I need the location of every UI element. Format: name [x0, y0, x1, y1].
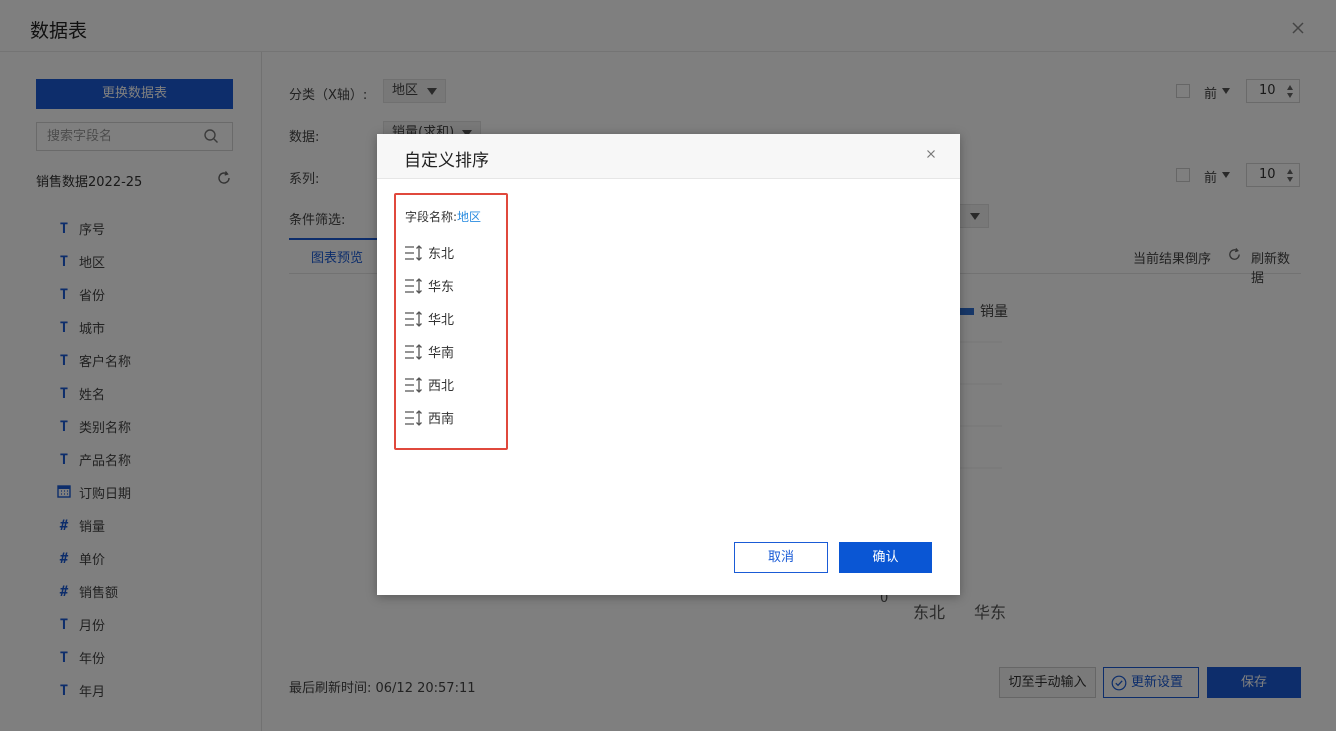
sort-item[interactable]: 西南	[404, 401, 454, 434]
drag-sort-icon[interactable]	[404, 409, 424, 426]
field-name-line: 字段名称:地区	[405, 208, 481, 225]
sort-item-label: 西北	[428, 379, 455, 394]
sort-item-label: 华东	[428, 280, 455, 295]
sort-item-label: 东北	[428, 247, 455, 262]
sort-list: 东北华东华北华南西北西南	[404, 236, 454, 434]
confirm-button[interactable]: 确认	[839, 542, 932, 573]
sort-item[interactable]: 西北	[404, 368, 454, 401]
sort-list-box: 字段名称:地区 东北华东华北华南西北西南	[394, 193, 508, 450]
drag-sort-icon[interactable]	[404, 244, 424, 261]
drag-sort-icon[interactable]	[404, 277, 424, 294]
sort-item-label: 华南	[428, 346, 455, 361]
close-icon[interactable]	[924, 147, 938, 161]
sort-item-label: 西南	[428, 412, 455, 427]
sort-item[interactable]: 东北	[404, 236, 454, 269]
field-name-label: 字段名称:	[405, 210, 458, 224]
sort-item-label: 华北	[428, 313, 455, 328]
dialog-title: 自定义排序	[404, 151, 489, 171]
drag-sort-icon[interactable]	[404, 310, 424, 327]
sort-item[interactable]: 华南	[404, 335, 454, 368]
drag-sort-icon[interactable]	[404, 343, 424, 360]
drag-sort-icon[interactable]	[404, 376, 424, 393]
cancel-button[interactable]: 取消	[734, 542, 828, 573]
field-name-value: 地区	[457, 210, 482, 224]
dialog-header: 自定义排序	[377, 134, 960, 179]
sort-item[interactable]: 华北	[404, 302, 454, 335]
custom-sort-dialog: 自定义排序 字段名称:地区 东北华东华北华南西北西南 取消 确认	[377, 134, 960, 595]
sort-item[interactable]: 华东	[404, 269, 454, 302]
